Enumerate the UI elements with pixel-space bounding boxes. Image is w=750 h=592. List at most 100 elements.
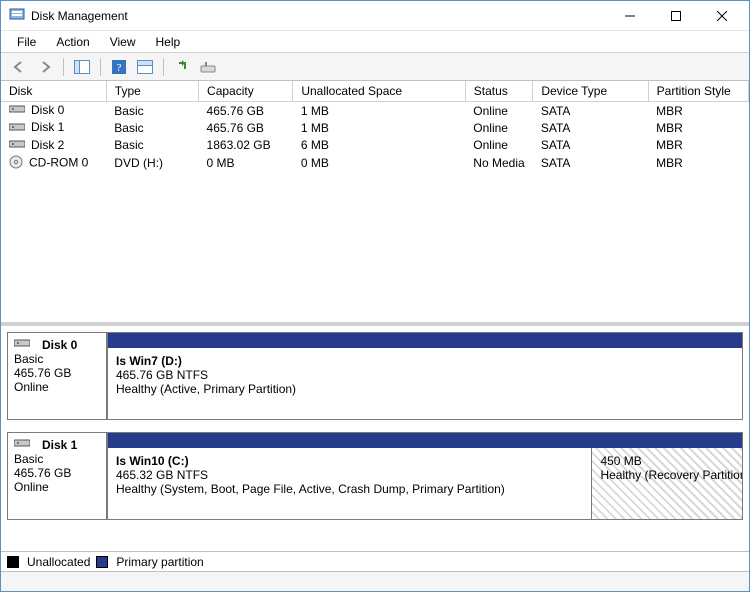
menu-bar: File Action View Help (1, 31, 749, 53)
partition-size: 465.76 GB NTFS (116, 368, 734, 382)
legend-primary: Primary partition (116, 555, 203, 569)
toolbar: ? (1, 53, 749, 81)
disk-unallocated: 0 MB (293, 154, 465, 173)
disk-unallocated: 1 MB (293, 102, 465, 120)
disk-graphic-capacity: 465.76 GB (14, 366, 100, 380)
legend-swatch-primary (96, 556, 108, 568)
menu-action[interactable]: Action (46, 33, 99, 51)
window-controls (607, 1, 745, 31)
partition-name: Is Win10 (C:) (116, 454, 583, 468)
col-type[interactable]: Type (106, 81, 198, 102)
refresh-button[interactable] (170, 56, 194, 78)
hdd-icon (9, 103, 25, 118)
help-button[interactable]: ? (107, 56, 131, 78)
disk-name: Disk 1 (31, 120, 64, 134)
disk-partition-style: MBR (648, 119, 748, 136)
disk-capacity: 1863.02 GB (199, 137, 293, 154)
disk-name: CD-ROM 0 (29, 156, 88, 170)
disk-graphic-header[interactable]: Disk 0Basic465.76 GBOnline (7, 332, 107, 420)
disk-graphic-status: Online (14, 480, 100, 494)
partition[interactable]: Is Win10 (C:)465.32 GB NTFSHealthy (Syst… (108, 448, 592, 519)
disk-capacity: 465.76 GB (199, 119, 293, 136)
disk-type: Basic (106, 102, 198, 120)
partition[interactable]: 450 MBHealthy (Recovery Partition) (592, 448, 742, 519)
disk-name: Disk 2 (31, 138, 64, 152)
col-disk[interactable]: Disk (1, 81, 106, 102)
disk-type: Basic (106, 119, 198, 136)
disk-device-type: SATA (533, 137, 648, 154)
table-row[interactable]: Disk 0 Basic465.76 GB1 MBOnlineSATAMBR (1, 102, 749, 120)
disk-capacity: 0 MB (199, 154, 293, 173)
close-button[interactable] (699, 1, 745, 31)
partitions-container: Is Win10 (C:)465.32 GB NTFSHealthy (Syst… (107, 448, 743, 520)
disk-graphic-status: Online (14, 380, 100, 394)
col-partition-style[interactable]: Partition Style (648, 81, 748, 102)
disk-type: DVD (H:) (106, 154, 198, 173)
disk-status: No Media (465, 154, 533, 173)
menu-view[interactable]: View (100, 33, 146, 51)
disk-graphic-type: Basic (14, 352, 100, 366)
toolbar-separator (163, 58, 164, 76)
table-row[interactable]: CD-ROM 0DVD (H:)0 MB0 MBNo MediaSATAMBR (1, 154, 749, 173)
col-status[interactable]: Status (465, 81, 533, 102)
menu-help[interactable]: Help (146, 33, 191, 51)
title-bar: Disk Management (1, 1, 749, 31)
cd-icon (9, 155, 23, 172)
hdd-icon (14, 337, 30, 352)
partition-health: Healthy (Recovery Partition) (600, 468, 734, 482)
col-capacity[interactable]: Capacity (199, 81, 293, 102)
partition[interactable]: Is Win7 (D:)465.76 GB NTFSHealthy (Activ… (108, 348, 742, 419)
view-top-button[interactable] (133, 56, 157, 78)
partition-color-bar (107, 332, 743, 348)
show-hide-console-tree-button[interactable] (70, 56, 94, 78)
window-title-area: Disk Management (5, 6, 607, 25)
partition-color-bar (107, 432, 743, 448)
disk-device-type: SATA (533, 119, 648, 136)
table-row[interactable]: Disk 1 Basic465.76 GB1 MBOnlineSATAMBR (1, 119, 749, 136)
svg-text:?: ? (117, 62, 122, 74)
legend-swatch-unallocated (7, 556, 19, 568)
disk-unallocated: 1 MB (293, 119, 465, 136)
col-device-type[interactable]: Device Type (533, 81, 648, 102)
disk-list-pane[interactable]: Disk Type Capacity Unallocated Space Sta… (1, 81, 749, 326)
hdd-icon (14, 437, 30, 452)
disk-capacity: 465.76 GB (199, 102, 293, 120)
status-bar (1, 571, 749, 591)
minimize-button[interactable] (607, 1, 653, 31)
back-button[interactable] (7, 56, 31, 78)
menu-file[interactable]: File (7, 33, 46, 51)
disk-graphic-pane[interactable]: Disk 0Basic465.76 GBOnlineIs Win7 (D:)46… (1, 326, 749, 551)
table-row[interactable]: Disk 2Basic1863.02 GB6 MBOnlineSATAMBR (1, 137, 749, 154)
disk-list-table[interactable]: Disk Type Capacity Unallocated Space Sta… (1, 81, 749, 173)
disk-graphic-row[interactable]: Disk 0Basic465.76 GBOnlineIs Win7 (D:)46… (7, 332, 743, 420)
disk-device-type: SATA (533, 102, 648, 120)
disk-partition-style: MBR (648, 137, 748, 154)
disk-name: Disk 0 (31, 103, 64, 117)
app-icon (9, 6, 25, 25)
disk-status: Online (465, 102, 533, 120)
window-title: Disk Management (31, 9, 128, 23)
disk-status: Online (465, 137, 533, 154)
disk-unallocated: 6 MB (293, 137, 465, 154)
partition-strip: Is Win10 (C:)465.32 GB NTFSHealthy (Syst… (107, 432, 743, 520)
maximize-button[interactable] (653, 1, 699, 31)
partition-health: Healthy (Active, Primary Partition) (116, 382, 734, 396)
partition-strip: Is Win7 (D:)465.76 GB NTFSHealthy (Activ… (107, 332, 743, 420)
disk-partition-style: MBR (648, 102, 748, 120)
disk-graphic-capacity: 465.76 GB (14, 466, 100, 480)
partitions-container: Is Win7 (D:)465.76 GB NTFSHealthy (Activ… (107, 348, 743, 420)
rescan-disks-button[interactable] (196, 56, 220, 78)
disk-graphic-header[interactable]: Disk 1Basic465.76 GBOnline (7, 432, 107, 520)
forward-button[interactable] (33, 56, 57, 78)
col-unallocated[interactable]: Unallocated Space (293, 81, 465, 102)
disk-status: Online (465, 119, 533, 136)
partition-name: Is Win7 (D:) (116, 354, 734, 368)
disk-graphic-row[interactable]: Disk 1Basic465.76 GBOnlineIs Win10 (C:)4… (7, 432, 743, 520)
disk-graphic-type: Basic (14, 452, 100, 466)
hdd-icon (9, 121, 25, 136)
legend-unallocated: Unallocated (27, 555, 90, 569)
toolbar-separator (100, 58, 101, 76)
disk-device-type: SATA (533, 154, 648, 173)
legend: Unallocated Primary partition (1, 551, 749, 571)
disk-partition-style: MBR (648, 154, 748, 173)
